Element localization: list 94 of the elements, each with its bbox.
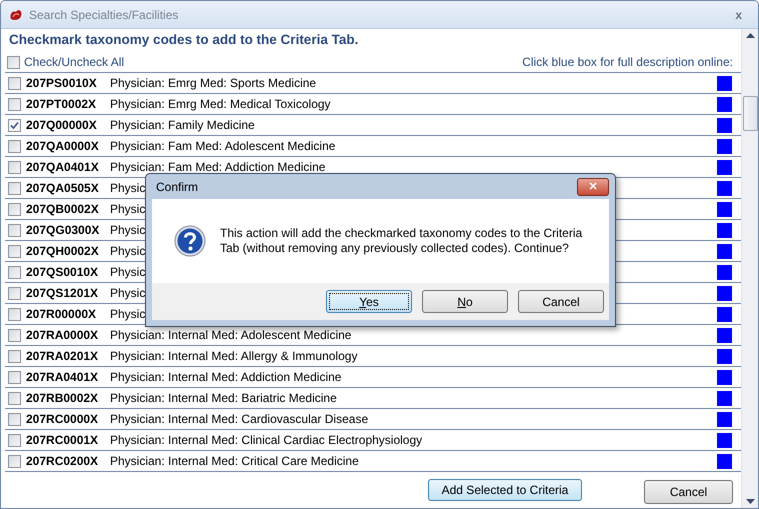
description-link-icon[interactable] <box>717 370 732 384</box>
taxonomy-code: 207QA0401X <box>26 160 100 174</box>
dialog-button[interactable]: No <box>422 290 508 313</box>
specialty-description: Physic <box>110 286 146 300</box>
checkbox[interactable] <box>8 454 21 468</box>
checkbox[interactable] <box>8 224 21 236</box>
instruction-heading: Checkmark taxonomy codes to add to the Criteria Tab. <box>8 31 360 49</box>
scroll-down-icon[interactable] <box>746 499 754 504</box>
taxonomy-code: 207RC0200X <box>26 454 100 468</box>
window-title: Search Specialties/Facilities <box>29 8 180 22</box>
specialty-description: Physician: Internal Med: Critical Care Medicine <box>110 454 359 468</box>
checkbox[interactable] <box>8 350 21 362</box>
checkbox[interactable] <box>8 98 21 110</box>
checkbox[interactable] <box>8 286 21 300</box>
specialty-description: Physician: Emrg Med: Medical Toxicology <box>110 97 331 111</box>
checkbox[interactable] <box>8 328 21 342</box>
checkbox[interactable] <box>8 76 21 90</box>
description-link-icon[interactable] <box>717 432 732 448</box>
specialty-description: Physician: Emrg Med: Sports Medicine <box>110 76 316 90</box>
taxonomy-code: 207QG0300X <box>26 223 100 237</box>
checkbox[interactable] <box>8 370 21 384</box>
checkbox[interactable] <box>8 202 21 216</box>
dialog-button[interactable]: Yes <box>326 290 412 313</box>
confirm-message: This action will add the checkmarked taxonomy codes to the Criteria Tab (without removing any previously collected codes). Continue? <box>220 226 584 256</box>
checkbox[interactable] <box>8 412 21 426</box>
taxonomy-code: 207QA0000X <box>26 139 100 153</box>
description-link-icon[interactable] <box>717 202 732 216</box>
checkbox[interactable] <box>8 266 21 278</box>
description-link-icon[interactable] <box>717 160 732 174</box>
specialty-description: Physician: Fam Med: Adolescent Medicine <box>110 139 336 153</box>
taxonomy-code: 207QS0010X <box>26 265 100 279</box>
taxonomy-code: 207QS1201X <box>26 286 100 300</box>
description-link-icon[interactable] <box>717 348 732 364</box>
description-link-icon[interactable] <box>717 306 732 322</box>
specialty-description: Physician: Internal Med: Cardiovascular Disease <box>110 412 368 426</box>
hint-text: Click blue box for full description online: <box>522 55 733 69</box>
description-link-icon[interactable] <box>717 118 732 132</box>
taxonomy-code: 207RB0002X <box>26 391 100 405</box>
dialog-button[interactable]: Cancel <box>518 290 604 313</box>
scroll-thumb[interactable] <box>742 96 758 131</box>
checkbox[interactable] <box>8 392 21 404</box>
description-link-icon[interactable] <box>717 264 732 280</box>
specialty-description: Physic <box>110 202 146 216</box>
checkbox[interactable] <box>8 434 21 446</box>
question-icon <box>174 225 206 257</box>
taxonomy-code: 207Q00000X <box>26 118 98 132</box>
description-link-icon[interactable] <box>717 96 732 112</box>
taxonomy-code: 207RC0000X <box>26 412 100 426</box>
description-link-icon[interactable] <box>717 244 732 258</box>
description-link-icon[interactable] <box>717 76 732 90</box>
taxonomy-code: 207PT0002X <box>26 97 98 111</box>
description-link-icon[interactable] <box>717 222 732 238</box>
specialty-description: Physician: Internal Med: Bariatric Medicine <box>110 391 337 405</box>
description-link-icon[interactable] <box>717 412 732 426</box>
description-link-icon[interactable] <box>717 390 732 406</box>
taxonomy-code: 207RA0201X <box>26 349 100 363</box>
specialty-description: Physician: Internal Med: Adolescent Medicine <box>110 328 352 342</box>
specialty-description: Physician: Family Medicine <box>110 118 255 132</box>
specialty-description: Physician: Internal Med: Addiction Medicine <box>110 370 342 384</box>
description-link-icon[interactable] <box>717 138 732 154</box>
description-link-icon[interactable] <box>717 454 732 468</box>
taxonomy-code: 207RA0000X <box>26 328 100 342</box>
taxonomy-code: 207RC0001X <box>26 433 100 447</box>
taxonomy-code: 207R00000X <box>26 307 98 321</box>
taxonomy-code: 207PS0010X <box>26 76 98 90</box>
specialty-description: Physician: Internal Med: Allergy & Immunology <box>110 349 358 363</box>
checkbox[interactable] <box>8 160 21 174</box>
checkbox[interactable] <box>8 244 21 258</box>
checkbox[interactable] <box>8 118 21 132</box>
specialty-description: Physic <box>110 181 146 195</box>
taxonomy-code: 207RA0401X <box>26 370 100 384</box>
taxonomy-code: 207QH0002X <box>26 244 100 258</box>
add-selected-button[interactable]: Add Selected to Criteria <box>428 479 582 501</box>
specialty-description: Physician: Internal Med: Clinical Cardiac Electrophysiology <box>110 433 422 447</box>
description-link-icon[interactable] <box>717 180 732 196</box>
check-all-label[interactable]: Check/Uncheck All <box>24 55 124 69</box>
taxonomy-code: 207QB0002X <box>26 202 100 216</box>
checkbox[interactable] <box>7 56 20 68</box>
cancel-button[interactable]: Cancel <box>644 480 733 504</box>
checkbox[interactable] <box>8 308 21 320</box>
scrollbar[interactable] <box>741 29 758 508</box>
specialty-description: Physic <box>110 307 146 321</box>
checkbox[interactable] <box>8 182 21 194</box>
scroll-up-icon[interactable] <box>746 33 754 38</box>
specialty-description: Physician: Fam Med: Addiction Medicine <box>110 160 326 174</box>
description-link-icon[interactable] <box>717 286 732 300</box>
specialty-description: Physic <box>110 244 146 258</box>
close-button[interactable]: x <box>735 8 742 22</box>
description-link-icon[interactable] <box>717 328 732 342</box>
specialty-description: Physic <box>110 223 146 237</box>
specialty-description: Physic <box>110 265 146 279</box>
taxonomy-code: 207QA0505X <box>26 181 100 195</box>
checkbox[interactable] <box>8 140 21 152</box>
dialog-title: Confirm <box>155 180 198 194</box>
